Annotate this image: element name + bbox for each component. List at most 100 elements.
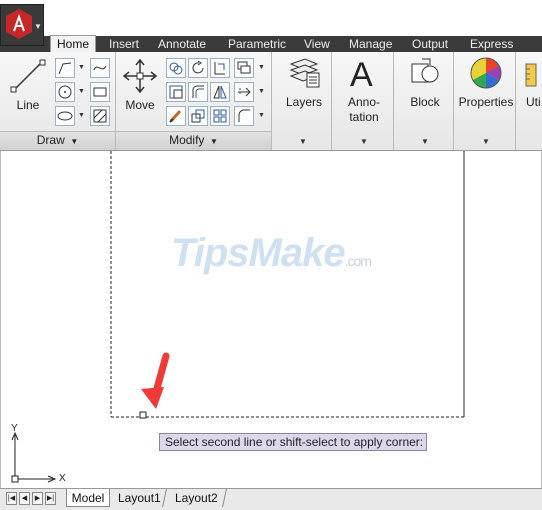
text-a-icon: A (350, 56, 373, 90)
tab-parametric[interactable]: Parametric (228, 36, 286, 52)
stretch-button[interactable] (166, 82, 186, 102)
chevron-down-icon[interactable]: ▼ (258, 64, 265, 71)
tab-manage[interactable]: Manage (349, 36, 392, 52)
copy-icon (169, 62, 183, 75)
tab-layout2[interactable]: Layout2 (166, 489, 227, 507)
line-label: Line (16, 98, 40, 112)
hatch-button[interactable] (90, 106, 110, 126)
spline-button[interactable] (90, 58, 110, 78)
color-wheel-icon (470, 57, 502, 89)
array-icon (213, 109, 227, 123)
modify-panel-footer[interactable]: Modify ▼ (116, 131, 271, 150)
polyline-icon (58, 62, 72, 75)
measure-icon (525, 63, 537, 87)
chevron-down-icon: ▼ (299, 137, 307, 146)
first-tab-button[interactable]: |◀ (6, 492, 17, 505)
offset-icon (192, 85, 204, 98)
tab-view[interactable]: View (304, 36, 330, 52)
explode-icon (238, 87, 251, 97)
tab-model[interactable]: Model (66, 489, 110, 507)
utilities-label: Uti (526, 95, 541, 109)
chevron-down-icon: ▼ (482, 137, 490, 146)
erase-button[interactable] (166, 106, 186, 126)
trim-button[interactable] (210, 58, 230, 78)
annotation-label-line2: tation (349, 110, 379, 124)
draw-panel: Line ▼ ▼ ▼ Draw ▼ (0, 52, 116, 150)
tab-layout1[interactable]: Layout1 (112, 489, 167, 507)
autocad-logo-icon (6, 9, 32, 39)
polyline-button[interactable] (55, 58, 75, 78)
layers-icon (289, 58, 320, 88)
layers-label: Layers (285, 95, 323, 109)
ellipse-icon (57, 111, 73, 121)
ribbon-tab-strip: Home Insert Annotate Parametric View Man… (0, 35, 542, 67)
layout-tab-bar: |◀ ◀ ▶ ▶| Model Layout1 Layout2 (0, 488, 542, 510)
rectangle-icon (93, 87, 107, 97)
properties-panel[interactable]: Properties ▼ (456, 52, 516, 150)
block-icon (411, 58, 439, 83)
stack-icon (237, 61, 251, 74)
eraser-icon (169, 109, 182, 123)
drawn-rectangle (110, 151, 465, 418)
move-icon (122, 58, 158, 94)
copy-button[interactable] (166, 58, 186, 78)
move-button[interactable]: Move (120, 56, 160, 114)
hatch-icon (93, 109, 107, 123)
fillet-button[interactable] (234, 106, 254, 126)
ucs-icon (11, 431, 57, 483)
annotation-label-line1: Anno- (347, 95, 381, 109)
ribbon: Line ▼ ▼ ▼ Draw ▼ Move ▼ ▼ ▼ Modify ▼ La… (0, 52, 542, 151)
chevron-down-icon[interactable]: ▼ (78, 64, 85, 71)
modify-panel-label: Modify (169, 133, 205, 147)
chevron-down-icon[interactable]: ▼ (78, 112, 85, 119)
rectangle-button[interactable] (90, 82, 110, 102)
command-prompt-tooltip: Select second line or shift-select to ap… (159, 433, 427, 451)
layers-panel[interactable]: Layers ▼ (276, 52, 332, 150)
utilities-panel[interactable]: Uti (518, 52, 542, 150)
trim-icon (214, 62, 225, 75)
drawing-area[interactable]: TipsMake.com Y X Select second line or s… (0, 151, 542, 488)
chevron-down-icon[interactable]: ▼ (258, 112, 265, 119)
ucs-y-label: Y (11, 423, 18, 434)
mirror-icon (213, 85, 227, 99)
ellipse-button[interactable] (55, 106, 75, 126)
corner-grip (139, 411, 147, 419)
mirror-button[interactable] (210, 82, 230, 102)
application-menu-button[interactable]: ▼ (0, 4, 44, 46)
fillet-icon (238, 109, 250, 122)
properties-label: Properties (458, 95, 514, 109)
tab-output[interactable]: Output (412, 36, 448, 52)
draw-panel-footer[interactable]: Draw ▼ (0, 131, 115, 150)
scale-button[interactable] (188, 106, 208, 126)
explode-button[interactable] (234, 82, 254, 102)
pointer-arrow-icon (141, 352, 170, 409)
tab-express-tools[interactable]: Express Tools (470, 36, 542, 67)
rotate-button[interactable] (188, 58, 208, 78)
last-tab-button[interactable]: ▶| (45, 492, 56, 505)
tab-insert[interactable]: Insert (109, 36, 139, 52)
chevron-down-icon[interactable]: ▼ (258, 88, 265, 95)
next-tab-button[interactable]: ▶ (32, 492, 43, 505)
circle-icon (58, 85, 72, 99)
line-button[interactable]: Line (6, 56, 50, 114)
array-button[interactable] (210, 106, 230, 126)
block-label: Block (410, 95, 440, 109)
chevron-down-icon[interactable]: ▼ (78, 88, 85, 95)
block-panel[interactable]: Block ▼ (396, 52, 454, 150)
chevron-down-icon: ▼ (207, 137, 218, 146)
ucs-x-label: X (59, 473, 66, 484)
svg-text:A: A (350, 56, 373, 90)
watermark-logo: TipsMake.com (171, 231, 372, 275)
chevron-down-icon: ▼ (360, 137, 368, 146)
prev-tab-button[interactable]: ◀ (19, 492, 30, 505)
annotation-panel[interactable]: A Anno- tation ▼ (334, 52, 394, 150)
offset-button[interactable] (188, 82, 208, 102)
tab-home[interactable]: Home (50, 35, 97, 53)
tab-annotate[interactable]: Annotate (158, 36, 206, 52)
chevron-down-icon: ▼ (421, 137, 429, 146)
circle-button[interactable] (55, 82, 75, 102)
copy-clip-button[interactable] (234, 58, 254, 78)
rotate-icon (192, 60, 204, 74)
stretch-icon (169, 85, 183, 99)
modify-panel: Move ▼ ▼ ▼ Modify ▼ (116, 52, 272, 150)
